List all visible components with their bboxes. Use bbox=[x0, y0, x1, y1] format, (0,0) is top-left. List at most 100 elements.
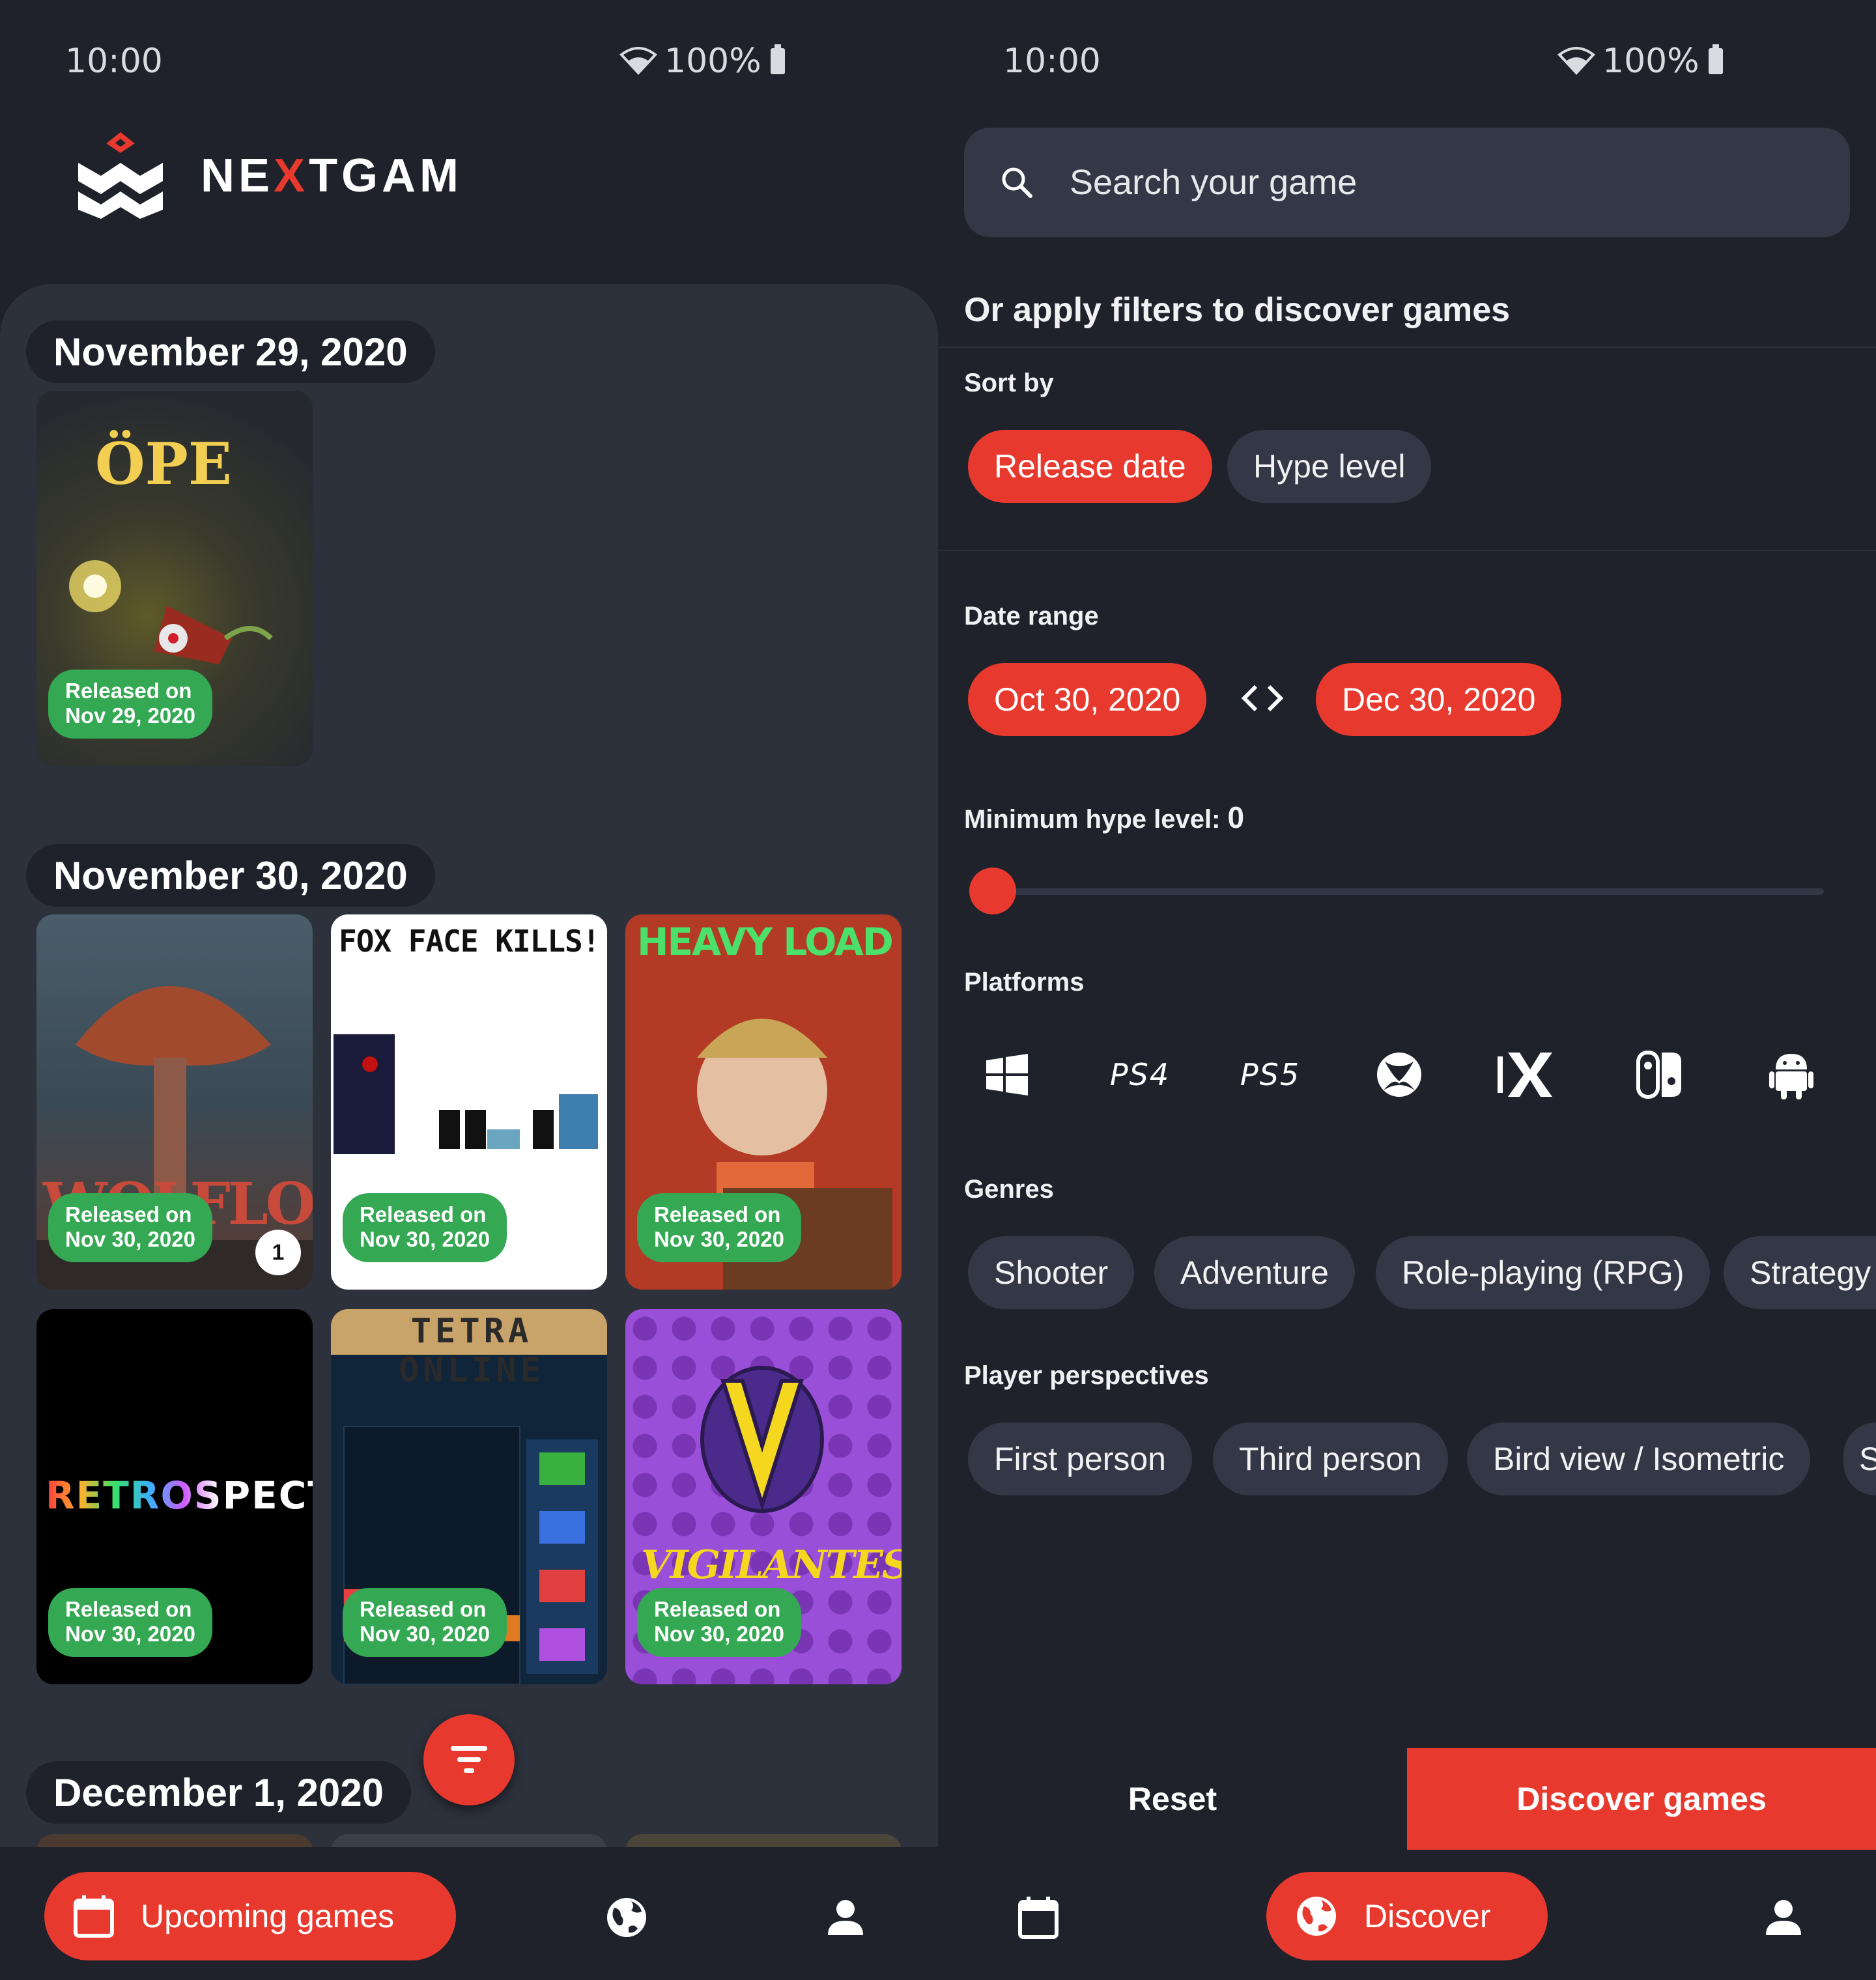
nav-profile[interactable] bbox=[1757, 1891, 1810, 1944]
calendar-icon bbox=[74, 1895, 114, 1938]
release-badge: Released on Nov 30, 2020 bbox=[48, 1193, 212, 1262]
wifi-icon bbox=[1557, 47, 1595, 75]
release-badge: Released on Nov 30, 2020 bbox=[637, 1193, 801, 1262]
switch-icon[interactable] bbox=[1627, 1042, 1692, 1107]
nav-profile[interactable] bbox=[819, 1891, 872, 1944]
genre-shooter-chip[interactable]: Shooter bbox=[968, 1236, 1135, 1309]
nav-discover[interactable]: Discover bbox=[1266, 1872, 1548, 1960]
search-bar[interactable] bbox=[964, 128, 1850, 237]
search-input[interactable] bbox=[1070, 162, 1786, 203]
genres-label: Genres bbox=[964, 1175, 1054, 1204]
android-icon[interactable] bbox=[1759, 1042, 1824, 1107]
game-title: TETRA ONLINE bbox=[399, 1312, 545, 1390]
battery-percent: 100% bbox=[664, 42, 761, 81]
status-bar: 10:00 100% bbox=[938, 39, 1876, 85]
range-arrows-icon bbox=[1238, 680, 1287, 720]
hype-level-label: Minimum hype level: 0 bbox=[964, 800, 1244, 835]
xbox-icon[interactable] bbox=[1367, 1042, 1432, 1107]
game-card-wolflord[interactable]: WOLFLORD Released on Nov 30, 2020 1 bbox=[36, 914, 313, 1290]
game-card-retrospect[interactable]: RETROSPECT Released on Nov 30, 2020 bbox=[36, 1309, 313, 1684]
filter-actions: Reset Discover games bbox=[938, 1748, 1876, 1850]
release-date: Nov 30, 2020 bbox=[65, 1227, 195, 1251]
sort-hype-level-chip[interactable]: Hype level bbox=[1227, 430, 1432, 503]
perspective-third-person-chip[interactable]: Third person bbox=[1213, 1422, 1448, 1495]
platforms-label: Platforms bbox=[964, 968, 1085, 997]
nav-active-label: Discover bbox=[1364, 1898, 1491, 1934]
globe-icon bbox=[1297, 1897, 1336, 1936]
perspective-bird-view-chip[interactable]: Bird view / Isometric bbox=[1467, 1422, 1811, 1495]
game-title: VIGILANTES bbox=[641, 1542, 902, 1588]
release-label: Released on bbox=[65, 679, 192, 703]
game-title: ÖPE bbox=[95, 430, 232, 498]
filter-icon bbox=[451, 1746, 487, 1773]
nav-upcoming-games[interactable]: Upcoming games bbox=[44, 1872, 456, 1960]
battery-icon bbox=[770, 44, 785, 74]
hype-slider-thumb[interactable] bbox=[969, 868, 1016, 914]
nav-discover[interactable] bbox=[601, 1891, 653, 1944]
release-label: Released on bbox=[360, 1597, 487, 1621]
game-title: HEAVY LOAD bbox=[637, 920, 894, 964]
date-to-chip[interactable]: Dec 30, 2020 bbox=[1316, 663, 1562, 736]
date-header: December 1, 2020 bbox=[26, 1761, 412, 1824]
nav-upcoming-games[interactable] bbox=[1012, 1891, 1064, 1944]
search-icon bbox=[1002, 167, 1032, 198]
ps4-icon[interactable]: PS4 bbox=[1094, 1042, 1186, 1107]
upcoming-games-screen: 10:00 100% NEXTGAM November 29, 2020 ÖPE… bbox=[0, 0, 938, 1980]
filter-fab[interactable] bbox=[423, 1714, 515, 1805]
brand-text: NEXTGAM bbox=[201, 150, 463, 202]
person-icon bbox=[1766, 1900, 1801, 1935]
sort-release-date-chip[interactable]: Release date bbox=[968, 430, 1212, 503]
release-date: Nov 30, 2020 bbox=[654, 1622, 784, 1646]
hype-slider-track[interactable] bbox=[984, 888, 1824, 895]
filters-heading: Or apply filters to discover games bbox=[964, 291, 1511, 329]
game-card-heavy-load[interactable]: HEAVY LOAD Released on Nov 30, 2020 bbox=[625, 914, 902, 1290]
perspective-first-person-chip[interactable]: First person bbox=[968, 1422, 1192, 1495]
brand-accent-letter: X bbox=[274, 150, 309, 202]
bottom-nav: Discover bbox=[938, 1850, 1876, 1980]
windows-icon[interactable] bbox=[974, 1042, 1040, 1107]
game-card-ope[interactable]: ÖPE Released on Nov 29, 2020 bbox=[36, 391, 313, 766]
xbox-series-x-icon[interactable] bbox=[1492, 1042, 1557, 1107]
release-date: Nov 29, 2020 bbox=[65, 703, 195, 728]
release-feed[interactable]: November 29, 2020 ÖPE Released on Nov 29… bbox=[0, 284, 938, 1847]
genre-strategy-chip[interactable]: Strategy bbox=[1724, 1236, 1876, 1309]
hype-value: 0 bbox=[1227, 800, 1245, 834]
battery-percent: 100% bbox=[1602, 42, 1699, 81]
bottom-nav: Upcoming games bbox=[0, 1850, 938, 1980]
app-logo: NEXTGAM bbox=[72, 130, 462, 221]
date-range-label: Date range bbox=[964, 602, 1099, 630]
hype-label-text: Minimum hype level: bbox=[964, 805, 1221, 834]
divider bbox=[938, 346, 1876, 348]
game-card-tetra-online[interactable]: TETRA ONLINE Released on Nov 30, 2020 bbox=[331, 1309, 607, 1684]
brand-name: NEXTGAM bbox=[201, 149, 462, 203]
date-header: November 29, 2020 bbox=[26, 320, 435, 383]
release-badge: Released on Nov 30, 2020 bbox=[637, 1588, 801, 1657]
game-card-vigilantes[interactable]: VIGILANTES Released on Nov 30, 2020 bbox=[625, 1309, 902, 1684]
game-title: FOX FACE KILLS! bbox=[339, 924, 600, 959]
reset-button[interactable]: Reset bbox=[938, 1748, 1407, 1850]
status-right: 100% bbox=[1557, 42, 1723, 81]
ps5-text: PS5 bbox=[1240, 1057, 1301, 1092]
genre-rpg-chip[interactable]: Role-playing (RPG) bbox=[1376, 1236, 1711, 1309]
release-badge: Released on Nov 29, 2020 bbox=[48, 670, 212, 739]
discover-screen: 10:00 100% Or apply filters to discover … bbox=[938, 0, 1876, 1980]
sort-by-label: Sort by bbox=[964, 369, 1054, 397]
ps4-text: PS4 bbox=[1109, 1057, 1171, 1092]
battery-icon bbox=[1708, 44, 1723, 74]
count-badge: 1 bbox=[255, 1230, 301, 1275]
release-badge: Released on Nov 30, 2020 bbox=[343, 1588, 507, 1657]
release-date: Nov 30, 2020 bbox=[65, 1622, 195, 1646]
release-badge: Released on Nov 30, 2020 bbox=[48, 1588, 212, 1657]
game-card-fox-face-kills[interactable]: FOX FACE KILLS! Released on Nov 30, 2020 bbox=[331, 914, 607, 1290]
calendar-icon bbox=[1018, 1897, 1059, 1939]
status-bar: 10:00 100% bbox=[0, 39, 938, 85]
nav-active-label: Upcoming games bbox=[141, 1898, 395, 1934]
date-from-chip[interactable]: Oct 30, 2020 bbox=[968, 663, 1207, 736]
ps5-icon[interactable]: PS5 bbox=[1225, 1042, 1316, 1107]
genre-adventure-chip[interactable]: Adventure bbox=[1154, 1236, 1355, 1309]
release-label: Released on bbox=[360, 1202, 487, 1226]
status-time: 10:00 bbox=[1003, 42, 1101, 81]
discover-games-button[interactable]: Discover games bbox=[1407, 1748, 1876, 1850]
perspective-more-chip[interactable]: S bbox=[1843, 1422, 1876, 1495]
release-badge: Released on Nov 30, 2020 bbox=[343, 1193, 507, 1262]
